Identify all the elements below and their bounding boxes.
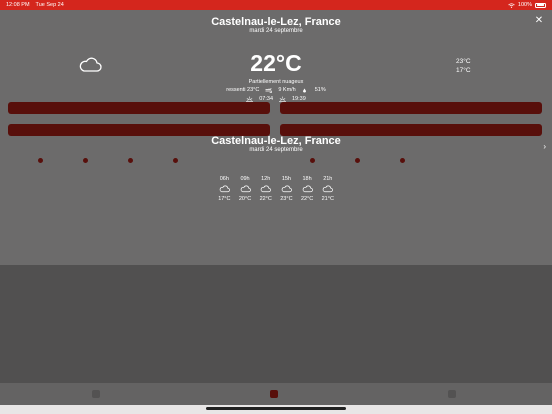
hour-label: 09h <box>240 176 250 182</box>
hour-temperature: 22°C <box>300 196 314 202</box>
status-date: Tue Sep 24 <box>35 2 64 8</box>
hour-label: 21h <box>323 176 333 182</box>
cloud-icon <box>302 185 313 193</box>
status-time: 12:08 PM <box>6 2 30 8</box>
min-temperature: 17°C <box>456 67 471 74</box>
cloud-icon <box>323 185 334 193</box>
battery-icon <box>535 2 546 8</box>
wind-icon <box>265 86 273 93</box>
hourly-item: 21h 21°C <box>317 176 338 202</box>
hourly-item: 09h 20°C <box>235 176 256 202</box>
weather-details: ressenti 23°C 9 Km/h 51% <box>0 86 552 93</box>
hour-label: 18h <box>302 176 312 182</box>
hour-temperature: 17°C <box>218 196 231 202</box>
cloud-icon <box>260 185 272 193</box>
current-location: Castelnau-le-Lez, France <box>211 16 341 28</box>
sunset-icon <box>279 96 286 102</box>
home-indicator[interactable] <box>206 407 346 410</box>
hour-label: 15h <box>281 176 291 182</box>
hour-temperature: 23°C <box>280 196 293 202</box>
current-date: mardi 24 septembre <box>249 28 303 34</box>
hour-temperature: 21°C <box>321 196 334 202</box>
sunrise-icon <box>246 96 254 102</box>
hour-temperature: 20°C <box>238 196 252 202</box>
hourly-forecast: 06h 17°C 09h 20°C 12h 22°C 15h 23°C 18h … <box>214 176 338 202</box>
feels-like: ressenti 23°C <box>226 87 260 93</box>
forecast-date: mardi 24 septembre <box>249 147 303 153</box>
cloud-icon <box>281 185 292 193</box>
weather-condition: Partiellement nuageux <box>248 79 304 85</box>
cloud-icon <box>240 185 251 193</box>
battery-percent: 100% <box>517 2 532 8</box>
sun-times: 07:34 19:39 <box>0 96 552 102</box>
status-bar: 12:08 PM Tue Sep 24 100% <box>0 0 552 10</box>
hourly-item: 18h 22°C <box>297 176 318 202</box>
hour-temperature: 22°C <box>259 196 272 202</box>
hour-label: 12h <box>261 176 271 182</box>
wind-speed: 9 Km/h <box>278 87 296 93</box>
humidity: 51% <box>314 87 326 93</box>
cloud-icon <box>219 185 230 193</box>
weather-panel: ✕ Castelnau-le-Lez, France mardi 24 sept… <box>0 10 552 240</box>
hourly-item: 15h 23°C <box>276 176 297 202</box>
forecast-location: Castelnau-le-Lez, France <box>211 135 341 147</box>
sunset-time: 19:39 <box>292 96 306 102</box>
max-temperature: 23°C <box>456 58 471 65</box>
wifi-icon <box>508 2 515 8</box>
humidity-icon <box>302 88 309 93</box>
hourly-item: 06h 17°C <box>214 176 235 202</box>
chevron-right-icon[interactable]: › <box>543 142 546 151</box>
hour-label: 06h <box>219 176 229 182</box>
temperature-range: 23°C 17°C <box>456 57 471 75</box>
sunrise-time: 07:34 <box>259 96 273 102</box>
hourly-item: 12h 22°C <box>255 176 276 202</box>
